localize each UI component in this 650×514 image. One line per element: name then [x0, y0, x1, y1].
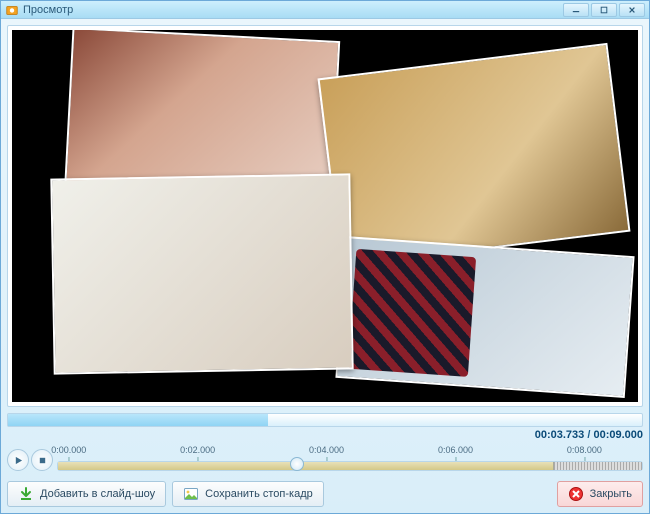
close-button[interactable]: Закрыть	[557, 481, 643, 507]
ruler-tick: 0:00.000	[51, 445, 86, 455]
timeline-track[interactable]	[57, 461, 643, 471]
collage-photo	[335, 236, 634, 398]
transport-row: 0:00.000 0:02.000 0:04.000 0:06.000 0:08…	[7, 445, 643, 475]
timeline[interactable]: 0:00.000 0:02.000 0:04.000 0:06.000 0:08…	[57, 445, 643, 475]
client-area: 00:03.733 / 00:09.000 0:00.000 0:02.000 …	[1, 19, 649, 513]
ruler-tick: 0:08.000	[567, 445, 602, 455]
close-window-button[interactable]	[619, 3, 645, 17]
button-label: Сохранить стоп-кадр	[205, 488, 313, 500]
maximize-button[interactable]	[591, 3, 617, 17]
bottom-toolbar: Добавить в слайд-шоу Сохранить стоп-кадр…	[7, 481, 643, 507]
download-arrow-icon	[18, 486, 34, 502]
window-title: Просмотр	[23, 4, 73, 16]
ruler-tick: 0:02.000	[180, 445, 215, 455]
button-label: Закрыть	[590, 488, 632, 500]
seekbar[interactable]	[7, 413, 643, 427]
preview-window: Просмотр 00:03.733 / 00:09.000	[0, 0, 650, 514]
seekbar-fill	[8, 414, 268, 426]
add-to-slideshow-button[interactable]: Добавить в слайд-шоу	[7, 481, 166, 507]
save-frame-button[interactable]: Сохранить стоп-кадр	[172, 481, 324, 507]
minimize-button[interactable]	[563, 3, 589, 17]
playhead[interactable]	[290, 457, 304, 471]
titlebar: Просмотр	[1, 1, 649, 19]
window-controls	[563, 3, 645, 17]
play-icon	[14, 456, 23, 465]
preview-frame	[7, 25, 643, 407]
close-circle-icon	[568, 486, 584, 502]
picture-icon	[183, 486, 199, 502]
ruler-ticks: 0:00.000 0:02.000 0:04.000 0:06.000 0:08…	[57, 445, 643, 459]
ruler-tick: 0:04.000	[309, 445, 344, 455]
stop-icon	[38, 456, 47, 465]
collage-photo	[50, 173, 353, 374]
app-icon	[5, 3, 19, 17]
timecode: 00:03.733 / 00:09.000	[7, 429, 643, 441]
button-label: Добавить в слайд-шоу	[40, 488, 155, 500]
time-total: 00:09.000	[593, 429, 643, 441]
timeline-clip	[58, 462, 554, 470]
preview-canvas	[12, 30, 638, 402]
collage-photo	[318, 43, 631, 267]
ruler-tick: 0:06.000	[438, 445, 473, 455]
time-current: 00:03.733	[535, 429, 585, 441]
stop-button[interactable]	[31, 449, 53, 471]
timeline-empty	[554, 462, 642, 470]
play-button[interactable]	[7, 449, 29, 471]
playback-controls	[7, 449, 53, 471]
